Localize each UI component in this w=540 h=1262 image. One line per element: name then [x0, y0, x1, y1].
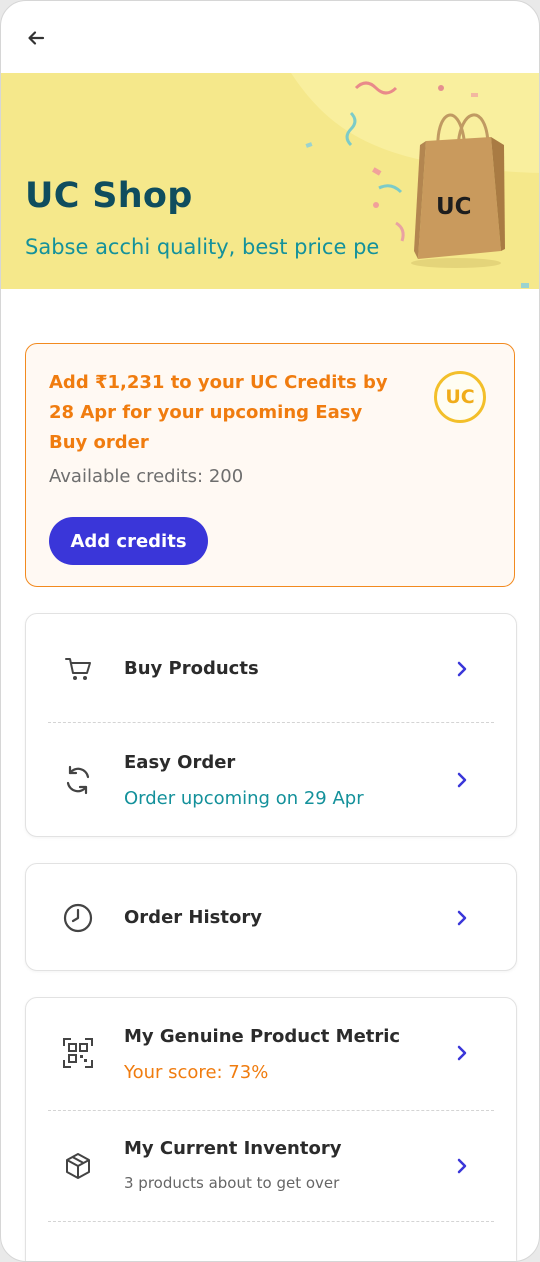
- bag-label: UC: [436, 194, 472, 220]
- chevron-right-icon: [451, 1042, 473, 1064]
- shop-actions-card: Buy Products Easy Order Order upcoming o…: [25, 613, 517, 837]
- inventory-label: My Current Inventory: [124, 1138, 342, 1159]
- available-credits: Available credits: 200: [49, 466, 244, 487]
- page-title: UC Shop: [25, 176, 193, 216]
- uc-shop-banner: UC Shop Sabse acchi quality, best price …: [1, 73, 539, 289]
- refresh-icon: [60, 762, 96, 798]
- row-divider: [48, 1110, 494, 1111]
- buy-products-row[interactable]: Buy Products: [26, 614, 516, 722]
- page-subtitle: Sabse acchi quality, best price pe: [25, 235, 380, 259]
- clock-icon: [60, 900, 96, 936]
- genuine-metric-label: My Genuine Product Metric: [124, 1026, 401, 1047]
- top-bar: [1, 1, 539, 73]
- qr-code-icon: [60, 1035, 96, 1071]
- arrow-left-icon: [28, 31, 45, 45]
- easy-order-status: Order upcoming on 29 Apr: [124, 788, 364, 809]
- insights-card: My Genuine Product Metric Your score: 73…: [25, 997, 517, 1261]
- row-divider: [48, 1221, 494, 1222]
- order-history-row[interactable]: Order History: [26, 864, 516, 970]
- row-divider: [48, 722, 494, 723]
- chevron-right-icon: [451, 1155, 473, 1177]
- order-history-label: Order History: [124, 907, 262, 928]
- genuine-metric-row[interactable]: My Genuine Product Metric Your score: 73…: [26, 998, 516, 1110]
- credits-reminder-text: Add ₹1,231 to your UC Credits by 28 Apr …: [49, 372, 388, 453]
- chevron-right-icon: [451, 907, 473, 929]
- easy-order-row[interactable]: Easy Order Order upcoming on 29 Apr: [26, 724, 516, 836]
- back-button[interactable]: [21, 23, 51, 53]
- easy-order-label: Easy Order: [124, 752, 236, 773]
- cart-icon: [60, 651, 96, 687]
- buy-products-label: Buy Products: [124, 658, 259, 679]
- shopping-bag-illustration: UC: [411, 113, 505, 268]
- inventory-row[interactable]: My Current Inventory 3 products about to…: [26, 1112, 516, 1222]
- uc-coin-icon: UC: [434, 371, 486, 423]
- genuine-score: Your score: 73%: [124, 1062, 269, 1083]
- chevron-right-icon: [451, 658, 473, 680]
- credits-reminder-card: Add ₹1,231 to your UC Credits by 28 Apr …: [25, 343, 515, 587]
- chevron-right-icon: [451, 769, 473, 791]
- add-credits-button[interactable]: Add credits: [49, 517, 208, 565]
- inventory-status: 3 products about to get over: [124, 1174, 340, 1192]
- order-history-card: Order History: [25, 863, 517, 971]
- box-icon: [60, 1148, 96, 1184]
- phone-screen: UC Shop Sabse acchi quality, best price …: [0, 0, 540, 1262]
